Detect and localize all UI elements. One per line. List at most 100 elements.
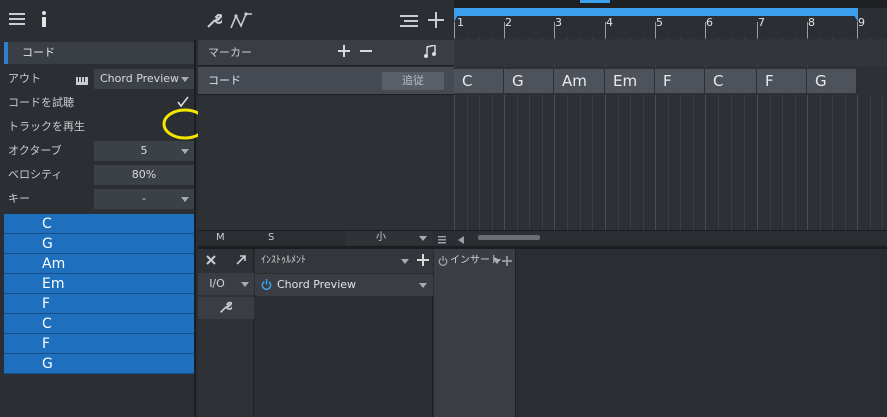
track-footer: M S 小 [198,230,887,245]
marker-track-header[interactable]: マーカー [198,40,454,66]
horizontal-scrollbar-thumb[interactable] [478,235,540,240]
chord-event[interactable]: Em [605,69,655,93]
bar-tick [757,22,758,38]
output-label: アウト [8,72,41,85]
chevron-down-icon[interactable] [493,259,501,264]
instrument-slot[interactable]: Chord Preview [255,274,433,296]
chord-event[interactable]: Am [554,69,605,93]
track-list-empty-area[interactable] [198,96,454,230]
track-list-icon[interactable] [400,15,418,32]
chord-track-header[interactable]: コード 追従 [198,67,454,95]
bar-tick [554,22,555,38]
automation-icon[interactable] [230,12,254,33]
keyboard-icon [76,75,88,88]
console-control-column: I/O [198,249,254,417]
inspector-toolbar [0,0,196,40]
console-empty-area [517,249,887,417]
track-size-value: 小 [376,232,386,243]
marker-lane[interactable] [454,40,887,66]
inspector-row-velocity: ベロシティ 80% [0,163,196,187]
wrench-icon[interactable] [206,13,224,32]
follow-button[interactable]: 追従 [382,72,444,90]
close-icon[interactable] [206,255,216,268]
menu-icon[interactable] [8,11,26,29]
output-value: Chord Preview [100,72,180,85]
bar-tick [655,22,656,38]
chord-list-item[interactable]: C [4,314,194,334]
chord-list: C G Am Em F C F G [4,214,194,374]
chord-event[interactable]: G [504,69,554,93]
chord-list-item[interactable]: Em [4,274,194,294]
bar-number: 2 [505,16,512,29]
chord-event[interactable]: C [705,69,757,93]
chevron-down-icon[interactable] [401,259,409,264]
power-icon[interactable] [261,279,272,293]
mute-button[interactable]: M [216,231,225,245]
add-insert-icon[interactable] [502,256,512,269]
music-note-icon[interactable] [424,44,436,62]
audition-label: コードを試聴 [8,96,74,109]
instruments-header-label: ｲﾝｽﾄｩﾙﾒﾝﾄ [261,255,306,266]
chevron-down-icon [241,282,249,287]
chord-event[interactable]: C [454,69,504,93]
bar-number: 8 [808,16,815,29]
loop-end-marker[interactable] [850,8,858,22]
key-value: - [142,192,146,205]
bar-number: 5 [656,16,663,29]
add-marker-icon[interactable] [338,45,350,60]
chord-list-item[interactable]: Am [4,254,194,274]
bar-tick [454,22,455,38]
chord-event[interactable]: G [807,69,857,93]
chord-list-item[interactable]: F [4,294,194,314]
bar-number: 9 [858,16,865,29]
inserts-column: インサート [434,249,516,417]
channel-settings-button[interactable] [198,297,254,319]
arrange-view[interactable]: C G Am Em F C F G [454,38,887,230]
console-panel: I/O ｲﾝｽﾄｩﾙﾒﾝﾄ Chord Preview インサート [198,246,887,417]
io-button[interactable]: I/O [198,273,236,295]
timeline-ruler[interactable]: 1 2 3 4 5 6 7 8 9 [454,8,887,38]
output-select[interactable]: Chord Preview [94,69,194,89]
expand-icon[interactable] [236,255,246,268]
chord-list-item[interactable]: G [4,234,194,254]
chevron-down-icon[interactable] [419,283,427,288]
chord-event[interactable]: F [757,69,807,93]
key-select[interactable]: - [94,189,194,209]
inspector-panel: コード アウト Chord Preview コードを試聴 トラックを再生 オクタ… [0,0,196,417]
bar-number: 6 [706,16,713,29]
power-icon[interactable] [438,256,448,269]
solo-button[interactable]: S [268,231,274,245]
chord-list-item[interactable]: G [4,354,194,374]
chevron-down-icon [419,236,427,241]
io-dropdown[interactable] [236,273,254,295]
chord-list-item[interactable]: C [4,214,194,234]
inspector-row-output: アウト Chord Preview [0,67,196,91]
instruments-header: ｲﾝｽﾄｩﾙﾒﾝﾄ [255,249,433,273]
bar-number: 7 [758,16,765,29]
loop-range-bar[interactable] [454,8,858,16]
inspector-track-name[interactable]: コード [4,42,194,64]
track-size-select[interactable]: 小 [346,231,432,245]
chevron-down-icon [181,197,189,202]
chevron-down-icon [181,77,189,82]
bar-tick [857,22,858,38]
scroll-indicator [580,0,610,3]
octave-select[interactable]: 5 [94,141,194,161]
chord-lane[interactable]: C G Am Em F C F G [454,67,887,95]
add-instrument-icon[interactable] [417,254,429,269]
wrench-icon [219,301,234,317]
add-track-icon[interactable] [428,12,444,31]
velocity-value: 80% [131,168,157,181]
velocity-field[interactable]: 80% [94,165,194,185]
chord-event[interactable]: F [655,69,705,93]
info-icon[interactable] [38,9,50,29]
inspector-row-key: キー - [0,187,196,211]
velocity-label: ベロシティ [8,168,63,181]
bar-tick [705,22,706,38]
octave-value: 5 [140,144,148,157]
chord-list-item[interactable]: F [4,334,194,354]
play-track-label: トラックを再生 [8,120,85,133]
track-toolbar [198,0,454,38]
bar-tick [504,22,505,38]
remove-marker-icon[interactable] [360,45,372,60]
